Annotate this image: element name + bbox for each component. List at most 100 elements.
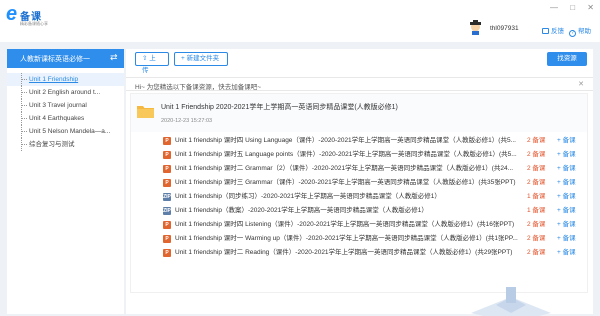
title-bar: e 备课 精彩备课随心享 thl097931 反馈 ? 帮助 — □ ✕ (0, 0, 600, 42)
brand-tagline: 精彩备课随心享 (20, 21, 48, 26)
tree-connector (21, 112, 27, 125)
file-title[interactable]: Unit 1 friendship 课时五 Language points（课件… (175, 148, 525, 162)
sidebar-item[interactable]: Unit 4 Earthquakes (7, 112, 124, 125)
new-folder-button[interactable]: + 新建文件夹 (174, 52, 228, 66)
hint-text: Hi~ 为您精选以下备课资源，快去加备课吧~ (135, 84, 262, 91)
close-window-button[interactable]: ✕ (587, 3, 594, 12)
file-row[interactable]: P Unit 1 friendship 课时四 Using Language（课件… (131, 134, 587, 148)
minimize-button[interactable]: — (550, 3, 558, 12)
help-button[interactable]: ? 帮助 (569, 25, 591, 37)
add-to-prep-button[interactable]: + 备课 (557, 232, 576, 246)
upload-button[interactable]: ⇧ 上传 (135, 52, 169, 74)
new-folder-label: 新建文件夹 (186, 55, 220, 62)
ppt-file-icon: P (163, 249, 171, 257)
help-icon: ? (569, 30, 576, 37)
sidebar-item-label: Unit 5 Nelson Mandela—a... (29, 128, 111, 135)
file-row[interactable]: P Unit 1 friendship 课时二 Reading（课件）-2020-… (131, 246, 587, 260)
file-row[interactable]: ZIP Unit 1 friendship（同步练习）-2020-2021学年上学… (131, 190, 587, 204)
prep-count: 2 备课 (527, 221, 546, 228)
sidebar-item-label: 综合复习与测试 (29, 141, 75, 148)
find-resources-button[interactable]: 找资源 (547, 52, 587, 66)
file-row[interactable]: ZIP Unit 1 friendship（教案）-2020-2021学年上学期高… (131, 204, 587, 218)
ppt-file-icon: P (163, 221, 171, 229)
help-label: 帮助 (578, 28, 591, 35)
main-frame: 人教新课标英语必修一 ⇄ Unit 1 Friendship Unit 2 Eng… (0, 42, 600, 316)
file-title[interactable]: Unit 1 friendship 课时四 Listening（课件）-2020… (175, 218, 525, 232)
sidebar-item-label: Unit 2 English around t... (29, 89, 101, 96)
maximize-button[interactable]: □ (570, 3, 575, 12)
app-logo: e 备课 精彩备课随心享 (6, 4, 52, 30)
add-to-prep-button[interactable]: + 备课 (557, 246, 576, 260)
ppt-file-icon: P (163, 235, 171, 243)
add-to-prep-button[interactable]: + 备课 (557, 204, 576, 218)
unit-tree: Unit 1 Friendship Unit 2 English around t… (7, 73, 124, 151)
ppt-file-icon: P (163, 179, 171, 187)
toolbar: ⇧ 上传 + 新建文件夹 找资源 (126, 49, 593, 74)
sidebar-item-label: Unit 4 Earthquakes (29, 115, 85, 122)
file-title[interactable]: Unit 1 friendship 课时三 Grammar（课件）-2020-2… (175, 176, 525, 190)
zip-file-icon: ZIP (163, 207, 171, 215)
tree-connector (21, 73, 27, 86)
add-to-prep-button[interactable]: + 备课 (557, 176, 576, 190)
package-title: Unit 1 Friendship 2020-2021学年上学期高一英语同步精品… (161, 104, 398, 111)
package-date: 2020-12-23 15:27:03 (161, 118, 213, 124)
username[interactable]: thl097931 (490, 25, 519, 32)
ppt-file-icon: P (163, 151, 171, 159)
sidebar-item[interactable]: Unit 2 English around t... (7, 86, 124, 99)
add-to-prep-button[interactable]: + 备课 (557, 148, 576, 162)
sidebar-item-label: Unit 3 Travel journal (29, 102, 87, 109)
tree-connector (21, 86, 27, 99)
file-title[interactable]: Unit 1 friendship 课时四 Using Language（课件）… (175, 134, 525, 148)
window-controls: — □ ✕ (540, 3, 594, 12)
switch-subject-icon[interactable]: ⇄ (110, 52, 118, 63)
file-row[interactable]: P Unit 1 friendship 课时五 Language points（课… (131, 148, 587, 162)
prep-count: 2 备课 (527, 151, 546, 158)
file-title[interactable]: Unit 1 friendship（教案）-2020-2021学年上学期高一英语… (175, 204, 525, 218)
add-to-prep-button[interactable]: + 备课 (557, 162, 576, 176)
tree-connector (21, 138, 27, 151)
file-row[interactable]: P Unit 1 friendship 课时三 Grammar（课件）-2020-… (131, 176, 587, 190)
file-row[interactable]: P Unit 1 friendship 课时一 Warming up（课件）-20… (131, 232, 587, 246)
sidebar-item[interactable]: 综合复习与测试 (7, 138, 124, 151)
prep-count: 1 备课 (527, 207, 546, 214)
prep-count: 2 备课 (527, 137, 546, 144)
file-title[interactable]: Unit 1 friendship 课时二 Grammar（2）（课件）-202… (175, 162, 525, 176)
decorative-illustration (471, 287, 551, 316)
ppt-file-icon: P (163, 165, 171, 173)
file-title[interactable]: Unit 1 friendship 课时二 Reading（课件）-2020-2… (175, 246, 525, 260)
subject-selector[interactable]: 人教新课标英语必修一 ⇄ (7, 49, 124, 68)
sidebar-item[interactable]: Unit 1 Friendship (7, 73, 124, 86)
ppt-file-icon: P (163, 137, 171, 145)
sidebar-item[interactable]: Unit 3 Travel journal (7, 99, 124, 112)
resource-package-card: Unit 1 Friendship 2020-2021学年上学期高一英语同步精品… (130, 93, 588, 293)
logo-e-icon: e (6, 3, 18, 25)
file-row[interactable]: P Unit 1 friendship 课时四 Listening（课件）-202… (131, 218, 587, 232)
package-header[interactable]: Unit 1 Friendship 2020-2021学年上学期高一英语同步精品… (131, 94, 587, 132)
subject-label: 人教新课标英语必修一 (20, 56, 90, 63)
add-to-prep-button[interactable]: + 备课 (557, 218, 576, 232)
prep-count: 2 备课 (527, 165, 546, 172)
prep-count: 2 备课 (527, 235, 546, 242)
file-title[interactable]: Unit 1 friendship 课时一 Warming up（课件）-202… (175, 232, 525, 246)
feedback-button[interactable]: 反馈 (542, 25, 564, 35)
content-panel: ⇧ 上传 + 新建文件夹 找资源 Hi~ 为您精选以下备课资源，快去加备课吧~ … (126, 49, 593, 316)
add-to-prep-button[interactable]: + 备课 (557, 134, 576, 148)
file-row[interactable]: P Unit 1 friendship 课时二 Grammar（2）（课件）-20… (131, 162, 587, 176)
zip-file-icon: ZIP (163, 193, 171, 201)
prep-count: 2 备课 (527, 249, 546, 256)
feedback-icon (542, 28, 549, 34)
prep-count: 1 备课 (527, 193, 546, 200)
hint-close-icon[interactable]: ✕ (578, 80, 584, 88)
hint-bar: Hi~ 为您精选以下备课资源，快去加备课吧~ ✕ (126, 77, 593, 91)
sidebar-item[interactable]: Unit 5 Nelson Mandela—a... (7, 125, 124, 138)
tree-connector (21, 125, 27, 138)
user-avatar-icon[interactable] (469, 20, 482, 35)
tree-connector (21, 99, 27, 112)
sidebar: 人教新课标英语必修一 ⇄ Unit 1 Friendship Unit 2 Eng… (7, 49, 124, 314)
file-title[interactable]: Unit 1 friendship（同步练习）-2020-2021学年上学期高一… (175, 190, 525, 204)
feedback-label: 反馈 (551, 28, 564, 35)
folder-icon (137, 106, 154, 118)
add-to-prep-button[interactable]: + 备课 (557, 190, 576, 204)
sidebar-item-label: Unit 1 Friendship (29, 76, 79, 83)
file-list: P Unit 1 friendship 课时四 Using Language（课件… (131, 134, 587, 260)
